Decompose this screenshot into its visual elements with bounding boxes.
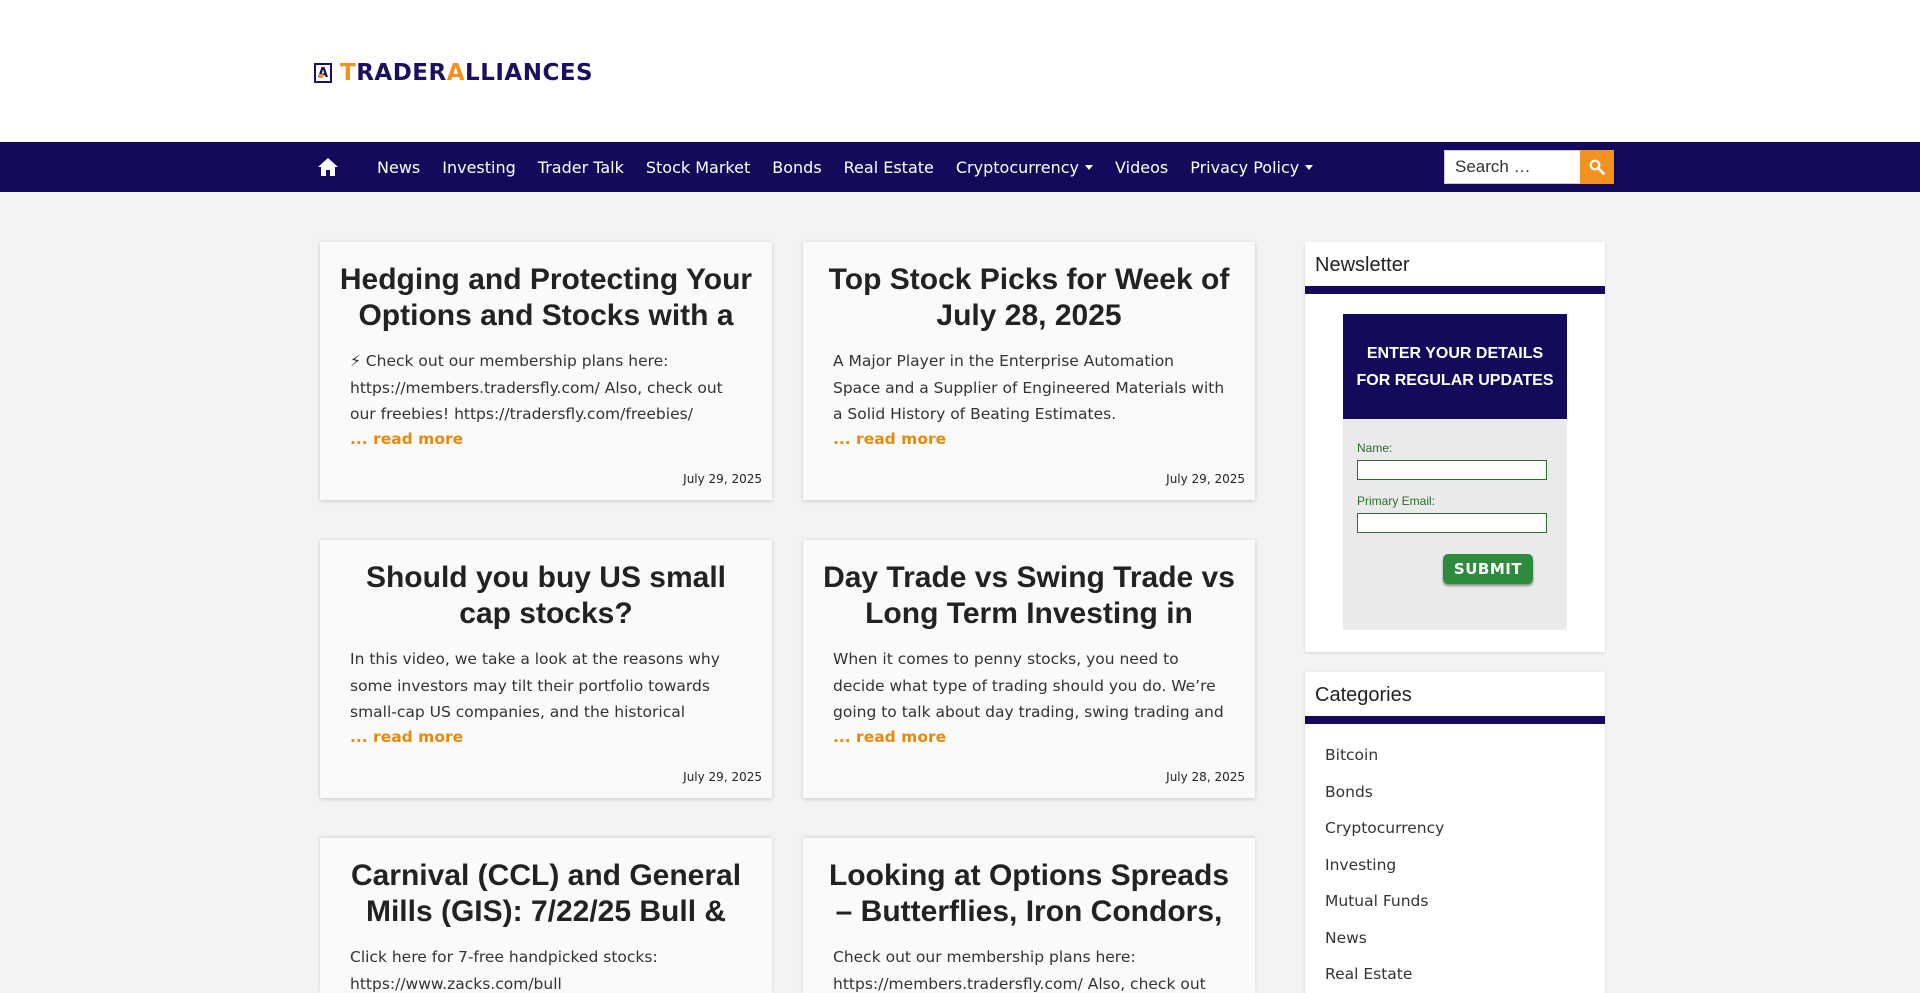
post-card: Day Trade vs Swing Trade vs Long Term In… xyxy=(803,540,1255,798)
name-field[interactable] xyxy=(1357,460,1547,480)
nav-item-videos[interactable]: Videos xyxy=(1104,142,1179,192)
post-title[interactable]: Should you buy US small cap stocks? xyxy=(336,560,756,632)
newsletter-widget: Newsletter ENTER YOUR DETAILS FOR REGULA… xyxy=(1305,242,1605,652)
post-excerpt: ⚡ Check out our membership plans here: h… xyxy=(350,352,723,423)
post-excerpt: In this video, we take a look at the rea… xyxy=(350,650,720,721)
nav-item-bonds[interactable]: Bonds xyxy=(761,142,832,192)
post-card: Carnival (CCL) and General Mills (GIS): … xyxy=(320,838,772,993)
main-nav: News Investing Trader Talk Stock Market … xyxy=(0,142,1920,192)
post-date: July 29, 2025 xyxy=(683,770,762,784)
post-title[interactable]: Carnival (CCL) and General Mills (GIS): … xyxy=(336,858,756,930)
post-card: Looking at Options Spreads – Butterflies… xyxy=(803,838,1255,993)
email-label: Primary Email: xyxy=(1357,494,1436,508)
category-item[interactable]: Bitcoin xyxy=(1325,746,1585,783)
submit-button[interactable]: SUBMIT xyxy=(1443,554,1533,584)
read-more-link[interactable]: ... read more xyxy=(350,430,742,456)
chevron-down-icon xyxy=(1305,164,1314,170)
category-item[interactable]: Cryptocurrency xyxy=(1325,819,1585,856)
post-excerpt: Click here for 7-free handpicked stocks:… xyxy=(350,948,658,993)
post-card: Hedging and Protecting Your Options and … xyxy=(320,242,772,500)
category-item[interactable]: Mutual Funds xyxy=(1325,892,1585,929)
post-excerpt: When it comes to penny stocks, you need … xyxy=(833,650,1224,721)
post-date: July 28, 2025 xyxy=(1166,770,1245,784)
nav-item-news[interactable]: News xyxy=(366,142,431,192)
site-header: A TRADERALLIANCES xyxy=(0,0,1920,142)
category-item[interactable]: Bonds xyxy=(1325,783,1585,820)
post-title[interactable]: Hedging and Protecting Your Options and … xyxy=(336,262,756,334)
post-card: Should you buy US small cap stocks? In t… xyxy=(320,540,772,798)
logo-text: TRADERALLIANCES xyxy=(340,60,594,86)
post-date: July 29, 2025 xyxy=(1166,472,1245,486)
search-button[interactable] xyxy=(1580,150,1614,184)
email-field[interactable] xyxy=(1357,513,1547,533)
category-item[interactable]: Investing xyxy=(1325,856,1585,893)
nav-item-investing[interactable]: Investing xyxy=(431,142,527,192)
nav-item-real-estate[interactable]: Real Estate xyxy=(833,142,945,192)
widget-title: Newsletter xyxy=(1315,254,1410,276)
logo-mark: A xyxy=(314,63,332,83)
newsletter-heading: ENTER YOUR DETAILS FOR REGULAR UPDATES xyxy=(1343,314,1567,419)
nav-item-privacy-policy[interactable]: Privacy Policy xyxy=(1179,142,1324,192)
widget-title: Categories xyxy=(1315,684,1412,706)
read-more-link[interactable]: ... read more xyxy=(833,728,1225,754)
post-excerpt: Check out our membership plans here: htt… xyxy=(833,948,1206,993)
widget-divider xyxy=(1305,716,1605,724)
post-excerpt: A Major Player in the Enterprise Automat… xyxy=(833,352,1225,423)
nav-item-trader-talk[interactable]: Trader Talk xyxy=(527,142,635,192)
post-card: Top Stock Picks for Week of July 28, 202… xyxy=(803,242,1255,500)
category-item[interactable]: News xyxy=(1325,929,1585,966)
post-title[interactable]: Top Stock Picks for Week of July 28, 202… xyxy=(819,262,1239,334)
post-title[interactable]: Day Trade vs Swing Trade vs Long Term In… xyxy=(819,560,1239,632)
home-icon[interactable] xyxy=(317,156,339,178)
nav-item-stock-market[interactable]: Stock Market xyxy=(635,142,761,192)
widget-divider xyxy=(1305,286,1605,294)
read-more-link[interactable]: ... read more xyxy=(833,430,1225,456)
nav-menu: News Investing Trader Talk Stock Market … xyxy=(366,142,1324,192)
search-icon xyxy=(1589,159,1605,175)
categories-widget: Categories Bitcoin Bonds Cryptocurrency … xyxy=(1305,672,1605,993)
category-list: Bitcoin Bonds Cryptocurrency Investing M… xyxy=(1305,724,1605,993)
nav-item-cryptocurrency[interactable]: Cryptocurrency xyxy=(945,142,1104,192)
site-logo[interactable]: A TRADERALLIANCES xyxy=(314,58,593,88)
category-item[interactable]: Real Estate xyxy=(1325,965,1585,993)
newsletter-form: ENTER YOUR DETAILS FOR REGULAR UPDATES N… xyxy=(1343,314,1567,630)
read-more-link[interactable]: ... read more xyxy=(350,728,742,754)
name-label: Name: xyxy=(1357,441,1393,455)
chevron-down-icon xyxy=(1085,164,1094,170)
post-date: July 29, 2025 xyxy=(683,472,762,486)
post-title[interactable]: Looking at Options Spreads – Butterflies… xyxy=(819,858,1239,930)
